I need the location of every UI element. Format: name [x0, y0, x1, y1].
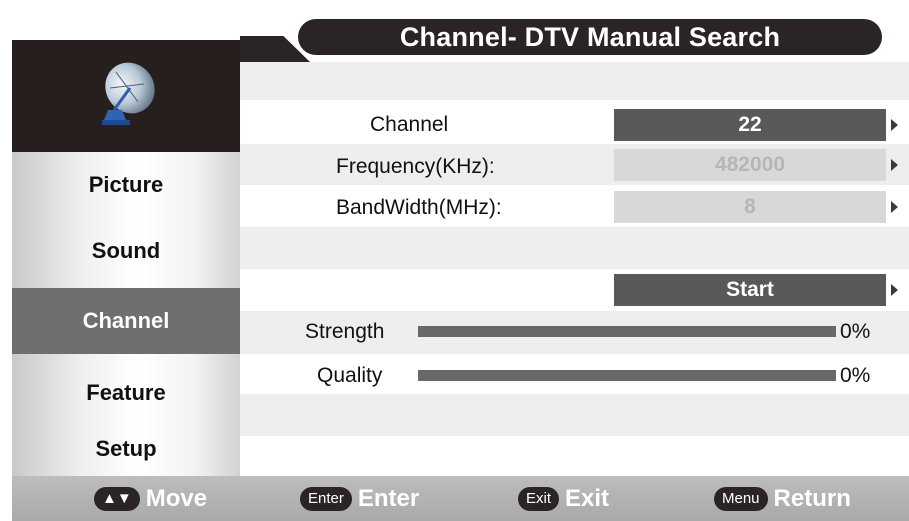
bandwidth-label: BandWidth(MHz):: [336, 196, 502, 219]
sidebar-icon-block: [12, 40, 240, 152]
sidebar: Picture Sound Channel Feature Setup: [12, 40, 240, 476]
sidebar-item-channel[interactable]: Channel: [12, 288, 240, 354]
satellite-dish-icon: [102, 62, 155, 125]
sidebar-item-sound[interactable]: Sound: [12, 238, 240, 264]
channel-arrow-icon[interactable]: [891, 119, 898, 131]
exit-label: Exit: [565, 485, 610, 512]
hint-move: ▲▼ Move: [94, 482, 207, 516]
enter-label: Enter: [357, 485, 420, 512]
frequency-arrow-icon[interactable]: [891, 159, 898, 171]
strength-value: 0%: [840, 320, 871, 343]
quality-value: 0%: [840, 364, 871, 387]
move-key-icon: ▲▼: [94, 487, 140, 511]
content-stripe: [240, 227, 909, 269]
start-arrow-icon[interactable]: [891, 284, 898, 296]
start-button[interactable]: Start: [614, 274, 886, 306]
channel-label: Channel: [370, 113, 449, 136]
page-title: Channel- DTV Manual Search: [298, 19, 882, 55]
frequency-label: Frequency(KHz):: [336, 155, 495, 178]
hint-enter: Enter Enter: [300, 482, 419, 516]
footer-hint-bar: ▲▼ Move Enter Enter Exit Exit Menu Retur…: [12, 476, 909, 521]
menu-key-icon: Menu: [714, 487, 768, 511]
hint-return: Menu Return: [714, 482, 851, 516]
bandwidth-value[interactable]: 8: [614, 191, 886, 223]
move-label: Move: [145, 485, 208, 512]
quality-bar: [418, 370, 836, 381]
enter-key-icon: Enter: [300, 487, 352, 511]
channel-value[interactable]: 22: [614, 109, 886, 141]
strength-bar: [418, 326, 836, 337]
exit-key-icon: Exit: [518, 487, 560, 511]
content-stripe: [240, 62, 909, 100]
sidebar-item-picture[interactable]: Picture: [12, 172, 240, 198]
content-stripe: [240, 394, 909, 436]
bandwidth-arrow-icon[interactable]: [891, 201, 898, 213]
sidebar-item-setup[interactable]: Setup: [12, 436, 240, 462]
sidebar-item-feature[interactable]: Feature: [12, 380, 240, 406]
hint-exit: Exit Exit: [518, 482, 609, 516]
strength-label: Strength: [305, 320, 385, 343]
return-label: Return: [773, 485, 851, 512]
frequency-value[interactable]: 482000: [614, 149, 886, 181]
quality-label: Quality: [317, 364, 383, 387]
